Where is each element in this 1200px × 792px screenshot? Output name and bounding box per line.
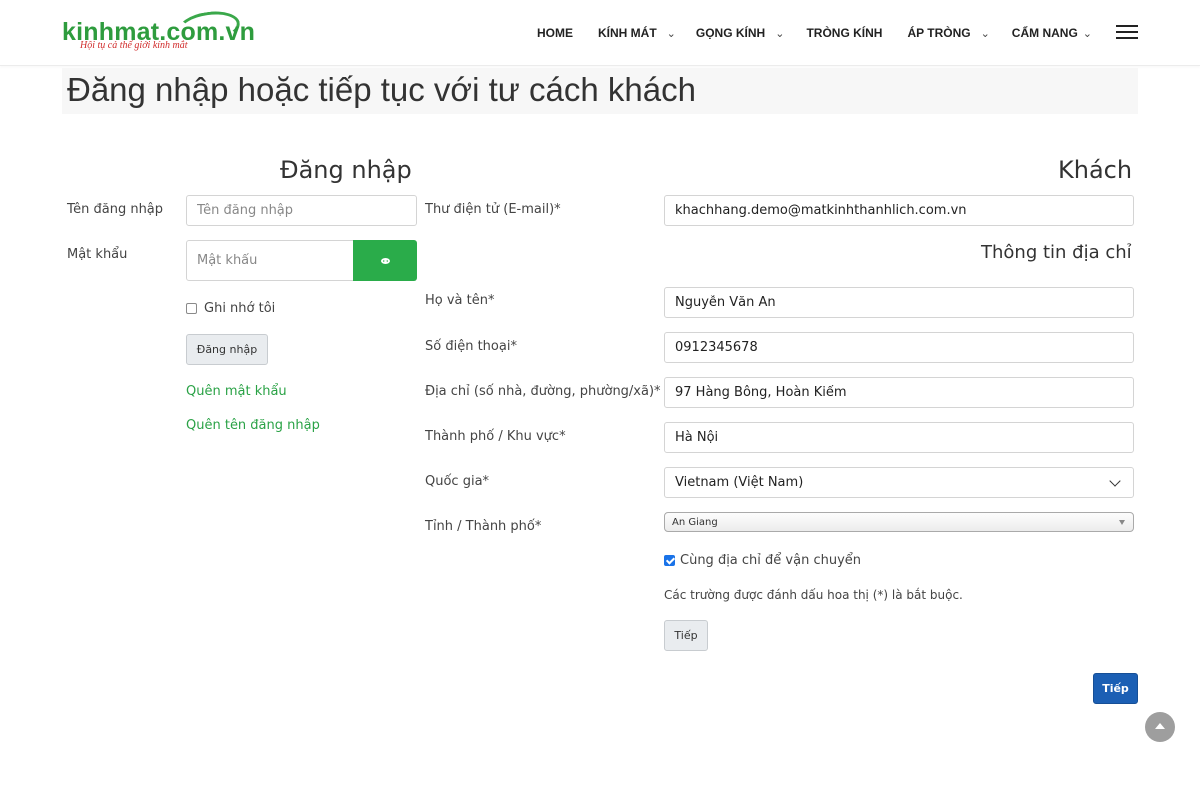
site-logo[interactable]: kinhmat.com.vn Hội tụ cả thế giới kính m… <box>60 7 280 54</box>
dropdown-arrow-icon <box>1119 520 1125 525</box>
chevron-down-icon <box>1109 475 1121 487</box>
login-heading: Đăng nhập <box>280 156 412 184</box>
nav-item-label: TRÒNG KÍNH <box>806 26 883 40</box>
arrow-up-icon <box>1155 723 1165 729</box>
guest-heading: Khách <box>1058 156 1133 184</box>
province-label: Tỉnh / Thành phố* <box>425 519 542 534</box>
nav-item-kinh-mat[interactable]: KÍNH MÁT ⌄ <box>598 26 676 40</box>
nav-item-label: KÍNH MÁT <box>598 26 657 40</box>
nav-item-gong-kinh[interactable]: GỌNG KÍNH ⌄ <box>696 26 785 40</box>
nav-item-trong-kinh[interactable]: TRÒNG KÍNH <box>806 26 882 40</box>
chevron-down-icon: ⌄ <box>666 27 676 40</box>
username-input[interactable] <box>186 195 417 226</box>
continue-button[interactable]: Tiếp <box>1093 673 1138 704</box>
eye-icon <box>380 257 390 264</box>
required-fields-note: Các trường được đánh dấu hoa thị (*) là … <box>664 588 963 602</box>
address-label: Địa chỉ (số nhà, đường, phường/xã)* <box>425 384 661 399</box>
page-title-bar: Đăng nhập hoặc tiếp tục với tư cách khác… <box>62 68 1138 114</box>
nav-item-ap-trong[interactable]: ÁP TRÒNG ⌄ <box>907 26 989 40</box>
main-nav: HOME KÍNH MÁT ⌄ GỌNG KÍNH ⌄ TRÒNG KÍNH Á… <box>537 24 1092 42</box>
city-input[interactable] <box>664 422 1134 453</box>
site-header: kinhmat.com.vn Hội tụ cả thế giới kính m… <box>0 0 1200 66</box>
scroll-to-top-button[interactable] <box>1145 712 1175 742</box>
username-label: Tên đăng nhập <box>67 202 164 217</box>
country-label: Quốc gia* <box>425 474 490 489</box>
nav-item-label: HOME <box>537 26 573 40</box>
nav-item-home[interactable]: HOME <box>537 26 573 40</box>
phone-input[interactable] <box>664 332 1134 363</box>
guest-continue-button[interactable]: Tiếp <box>664 620 708 651</box>
hamburger-icon[interactable] <box>1116 25 1138 41</box>
forgot-password-link[interactable]: Quên mật khẩu <box>186 384 287 399</box>
password-label: Mật khẩu <box>67 247 128 262</box>
province-select[interactable]: An Giang <box>664 512 1134 532</box>
province-select-value: An Giang <box>672 516 718 528</box>
page-title: Đăng nhập hoặc tiếp tục với tư cách khác… <box>67 71 696 108</box>
nav-item-label: CẨM NANG <box>1011 26 1078 40</box>
address-info-heading: Thông tin địa chỉ <box>981 242 1132 263</box>
chevron-down-icon: ⌄ <box>980 27 990 40</box>
logo-tagline: Hội tụ cả thế giới kính mắt <box>80 40 188 51</box>
forgot-username-link[interactable]: Quên tên đăng nhập <box>186 418 320 433</box>
phone-label: Số điện thoại* <box>425 339 517 354</box>
country-select[interactable]: Vietnam (Việt Nam) <box>664 467 1134 498</box>
city-label: Thành phố / Khu vực* <box>425 429 566 444</box>
remember-me-label: Ghi nhớ tôi <box>204 301 276 316</box>
login-button[interactable]: Đăng nhập <box>186 334 268 365</box>
password-input[interactable] <box>186 240 354 281</box>
email-input[interactable] <box>664 195 1134 226</box>
fullname-input[interactable] <box>664 287 1134 318</box>
country-select-value: Vietnam (Việt Nam) <box>675 475 804 490</box>
fullname-label: Họ và tên* <box>425 293 495 308</box>
chevron-down-icon: ⌄ <box>775 27 785 40</box>
remember-me-checkbox[interactable] <box>186 303 197 314</box>
nav-item-label: ÁP TRÒNG <box>907 26 971 40</box>
nav-item-cam-nang[interactable]: CẨM NANG ⌄ <box>1012 26 1092 40</box>
address-input[interactable] <box>664 377 1134 408</box>
chevron-down-icon: ⌄ <box>1082 27 1093 40</box>
email-label: Thư điện tử (E-mail)* <box>425 202 561 217</box>
nav-item-label: GỌNG KÍNH <box>695 26 766 40</box>
show-password-button[interactable] <box>353 240 417 281</box>
same-shipping-checkbox[interactable] <box>664 555 675 566</box>
same-shipping-label: Cùng địa chỉ để vận chuyển <box>680 553 862 568</box>
